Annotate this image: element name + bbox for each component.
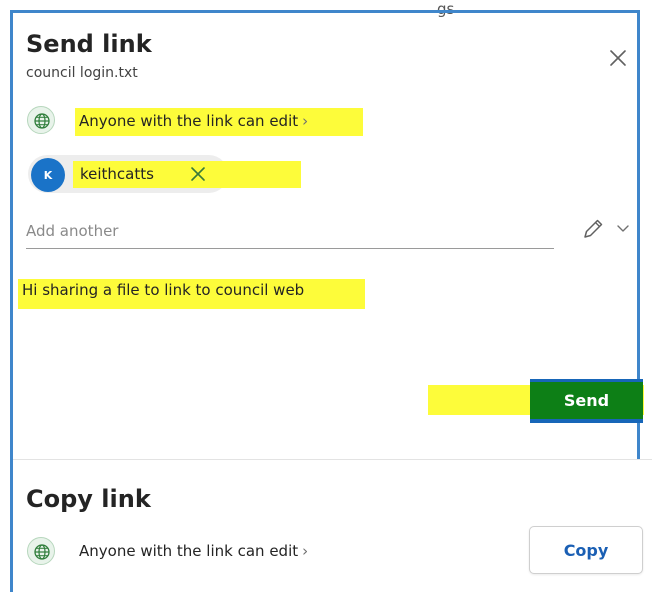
globe-icon [27, 537, 55, 565]
file-name: council login.txt [26, 65, 138, 81]
add-another-input[interactable] [26, 214, 554, 249]
globe-icon [27, 106, 55, 134]
message-input[interactable]: Hi sharing a file to link to council web [22, 281, 304, 299]
chevron-down-icon [617, 225, 629, 232]
selection-border-top [10, 10, 640, 13]
send-link-title: Send link [26, 30, 152, 58]
link-permission-label: Anyone with the link can edit [79, 112, 299, 130]
pencil-icon [584, 219, 603, 238]
close-button[interactable] [604, 44, 632, 72]
section-divider [13, 459, 652, 460]
remove-recipient-button[interactable] [188, 164, 208, 184]
dismiss-icon [191, 167, 205, 181]
recipient-name: keithcatts [80, 165, 154, 183]
copy-link-permission-button[interactable]: Anyone with the link can edit › [79, 542, 308, 560]
avatar: K [31, 158, 65, 192]
selection-border-left [10, 10, 13, 592]
recipient-chip: K keithcatts [28, 155, 301, 193]
close-icon [610, 50, 626, 66]
chevron-right-icon: › [302, 112, 309, 130]
window-clip-text: gs [437, 0, 455, 18]
copy-link-title: Copy link [26, 485, 151, 513]
copy-button[interactable]: Copy [529, 526, 643, 574]
send-button[interactable]: Send [530, 379, 643, 423]
edit-permission-dropdown[interactable] [580, 216, 632, 242]
chevron-right-icon: › [302, 542, 309, 560]
share-dialog-screenshot: gs Send link council login.txt Anyone wi… [0, 0, 652, 592]
link-permission-button[interactable]: Anyone with the link can edit › [79, 112, 308, 130]
copy-link-permission-label: Anyone with the link can edit [79, 542, 299, 560]
